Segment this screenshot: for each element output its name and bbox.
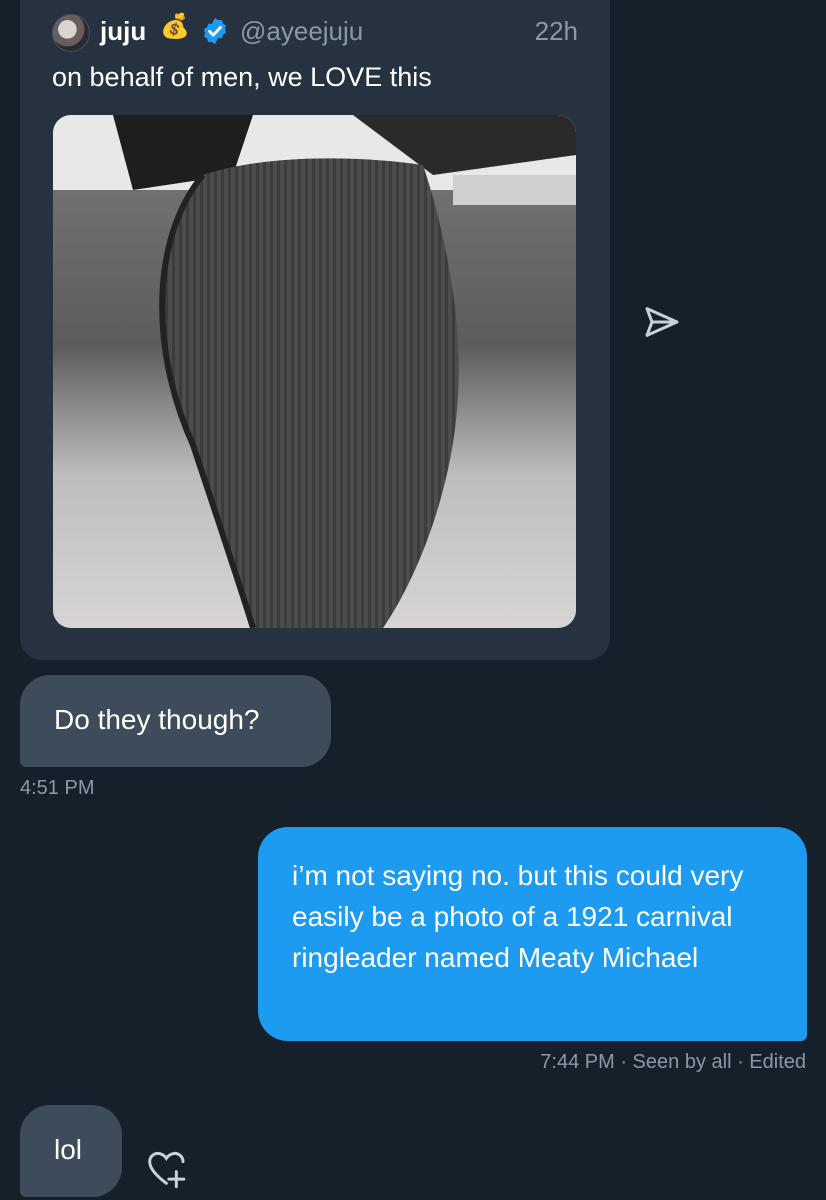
message-status: 7:44 PM · Seen by all · Edited xyxy=(540,1051,806,1074)
quoted-post-time: 22h xyxy=(534,16,578,46)
message-timestamp: 4:51 PM xyxy=(20,777,95,799)
quoted-author-name: juju xyxy=(100,16,147,46)
message-timestamp: 7:44 PM xyxy=(540,1051,615,1073)
share-arrow-icon[interactable] xyxy=(642,302,682,342)
photo-illustration xyxy=(53,115,576,628)
received-message-bubble[interactable]: lol xyxy=(20,1105,122,1197)
avatar[interactable] xyxy=(52,14,90,52)
quoted-post-card[interactable]: juju 💰 @ayeejuju 22h on behalf of men, w… xyxy=(20,0,610,660)
verified-badge-icon xyxy=(204,17,226,45)
money-bag-emoji: 💰 xyxy=(160,13,190,40)
heart-plus-icon[interactable] xyxy=(146,1150,190,1190)
received-message-bubble[interactable]: Do they though? xyxy=(20,675,331,767)
quoted-post-header: juju 💰 @ayeejuju 22h xyxy=(52,12,578,52)
sent-message-bubble[interactable]: i’m not saying no. but this could very e… xyxy=(258,827,807,1041)
message-text: Do they though? xyxy=(54,704,260,735)
seen-status: · Seen by all · Edited xyxy=(614,1051,806,1073)
message-text: i’m not saying no. but this could very e… xyxy=(292,860,744,973)
message-text: lol xyxy=(54,1134,83,1165)
quoted-post-text: on behalf of men, we LOVE this xyxy=(52,62,432,92)
quoted-post-photo[interactable] xyxy=(53,115,576,628)
quoted-author-handle: @ayeejuju xyxy=(240,16,364,46)
